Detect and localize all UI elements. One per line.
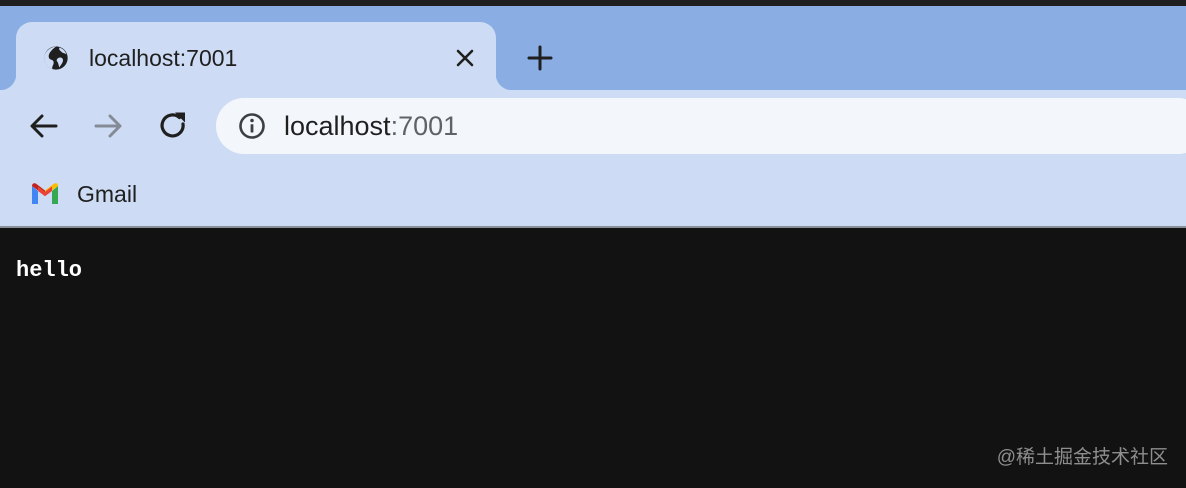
- address-bar[interactable]: localhost:7001: [216, 98, 1186, 154]
- gmail-icon: [32, 183, 58, 204]
- info-icon[interactable]: [238, 112, 266, 140]
- tab-strip: localhost:7001: [0, 6, 1186, 90]
- watermark: @稀土掘金技术社区: [996, 447, 1168, 468]
- globe-icon: [44, 46, 68, 70]
- url-host: localhost: [284, 111, 391, 141]
- active-tab[interactable]: localhost:7001: [0, 22, 512, 90]
- bookmark-label: Gmail: [77, 181, 138, 207]
- url-text: localhost:7001: [284, 109, 458, 143]
- browser-toolbar: localhost:7001 Gmail: [0, 90, 1186, 226]
- tab-title: localhost:7001: [89, 45, 238, 71]
- reload-icon[interactable]: [155, 108, 191, 144]
- url-port: :7001: [390, 111, 459, 141]
- arrow-left-icon[interactable]: [26, 108, 62, 144]
- page-body-text: hello: [16, 258, 83, 283]
- close-icon[interactable]: [453, 46, 477, 70]
- plus-icon[interactable]: [524, 42, 556, 74]
- page-content: hello @稀土掘金技术社区: [0, 228, 1186, 488]
- arrow-right-icon[interactable]: [90, 108, 126, 144]
